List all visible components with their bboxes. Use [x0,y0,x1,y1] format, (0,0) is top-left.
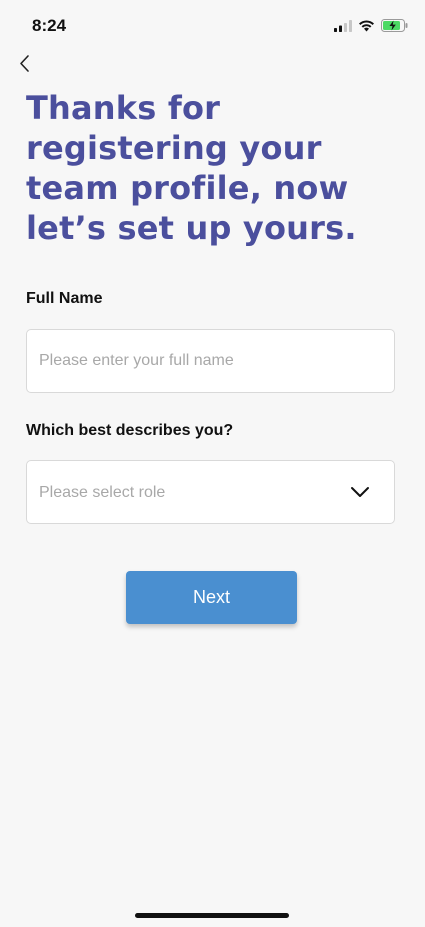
full-name-label: Full Name [26,290,103,307]
battery-charging-icon [381,19,408,32]
full-name-field-container [26,329,395,393]
status-icons [334,19,408,32]
back-button[interactable] [14,52,38,76]
role-select-placeholder: Please select role [39,484,166,501]
chevron-down-icon [351,487,369,497]
status-time: 8:24 [32,16,67,35]
role-select[interactable]: Please select role [26,460,395,524]
full-name-input[interactable] [27,330,394,392]
role-label: Which best describes you? [26,422,234,439]
chevron-left-icon [20,55,29,72]
status-bar: 8:24 [0,0,425,50]
home-indicator [135,913,289,918]
cellular-signal-icon [334,19,352,32]
page-title: Thanks for registering your team profile… [26,89,357,247]
next-button[interactable]: Next [126,571,297,624]
wifi-icon [359,19,374,31]
